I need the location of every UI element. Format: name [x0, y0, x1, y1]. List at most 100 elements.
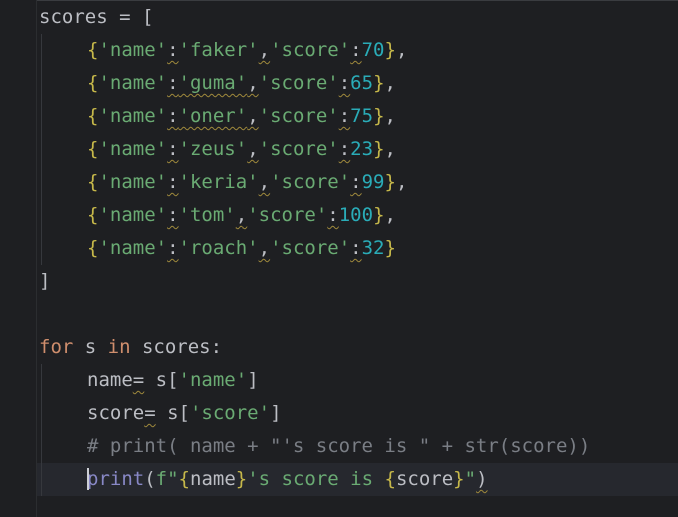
code-token: { — [87, 39, 99, 61]
code-token: : — [167, 105, 179, 127]
code-token: : — [338, 105, 351, 127]
code-token: { — [87, 237, 99, 259]
code-token: : — [350, 171, 362, 193]
code-line[interactable]: print(f"{name}'s score is {score}") — [37, 463, 678, 496]
code-editor[interactable]: scores = [{'name':'faker','score':70}, {'… — [37, 0, 678, 517]
code-line[interactable]: score= s['score'] — [37, 397, 678, 430]
code-token: 'name' — [98, 204, 168, 226]
code-token: 'keria' — [178, 171, 259, 193]
code-line[interactable]: {'name':'keria','score':99}, — [37, 166, 678, 199]
code-token: , — [258, 39, 271, 61]
code-token: print — [87, 468, 145, 490]
code-token: ) — [476, 468, 488, 490]
code-token: 'zeus' — [178, 138, 248, 160]
code-line[interactable] — [37, 298, 678, 331]
indent-guide — [41, 34, 42, 67]
code-token: 23 — [350, 138, 374, 160]
code-token: } — [373, 72, 385, 94]
indent-guide — [41, 397, 42, 430]
code-token: : — [167, 138, 179, 160]
code-token: : — [167, 237, 179, 259]
code-line[interactable]: {'name':'zeus','score':23}, — [37, 133, 678, 166]
code-token: 'score' — [258, 138, 339, 160]
code-token: , — [258, 237, 271, 259]
line-content: for s in scores: — [39, 331, 222, 364]
code-line[interactable]: {'name':'tom','score':100}, — [37, 199, 678, 232]
line-content: name= s['name'] — [87, 364, 259, 397]
code-line[interactable]: for s in scores: — [37, 331, 678, 364]
code-token: 75 — [350, 105, 374, 127]
code-token: } — [235, 468, 248, 490]
code-token: , — [235, 204, 248, 226]
code-line[interactable]: {'name':'oner','score':75}, — [37, 100, 678, 133]
code-token: : — [338, 72, 351, 94]
code-line[interactable]: ] — [37, 265, 678, 298]
code-token: name — [87, 369, 133, 391]
code-token: : — [167, 171, 179, 193]
code-token: 'name' — [98, 105, 168, 127]
code-line[interactable]: {'name':'faker','score':70}, — [37, 34, 678, 67]
indent-guide — [41, 430, 42, 463]
code-token: , — [395, 39, 408, 61]
indent-guide — [41, 67, 42, 100]
code-token: 'name' — [178, 369, 248, 391]
line-content: {'name':'oner','score':75}, — [87, 100, 396, 133]
code-token: 'roach' — [178, 237, 259, 259]
code-token: } — [373, 105, 385, 127]
line-content: print(f"{name}'s score is {score}") — [87, 463, 488, 496]
code-token: 'score' — [189, 402, 271, 424]
code-token: ( — [144, 468, 156, 490]
code-token: 70 — [361, 39, 385, 61]
code-token: 'score' — [270, 237, 351, 259]
code-token: , — [384, 204, 396, 226]
code-token: s[ — [144, 369, 179, 391]
code-token: 'guma' — [178, 72, 248, 94]
code-token: 'name' — [98, 171, 168, 193]
code-token: { — [87, 138, 99, 160]
code-token: = — [132, 369, 145, 391]
code-line[interactable]: name= s['name'] — [37, 364, 678, 397]
indent-guide — [41, 199, 42, 232]
code-token: scores: — [130, 336, 223, 358]
code-token: 'name' — [98, 138, 168, 160]
line-content: {'name':'faker','score':70}, — [87, 34, 407, 67]
code-token: 's score is — [247, 468, 385, 490]
line-content: # print( name + "'s score is " + str(sco… — [87, 430, 590, 463]
indent-guide — [41, 364, 42, 397]
code-token: scores = [ — [39, 6, 154, 28]
code-token: { — [87, 72, 99, 94]
code-token: , — [247, 72, 259, 94]
code-token: : — [167, 39, 179, 61]
code-token: ] — [247, 369, 259, 391]
code-token: : — [338, 138, 351, 160]
code-line[interactable]: {'name':'guma','score':65}, — [37, 67, 678, 100]
code-token: ] — [270, 402, 282, 424]
indent-guide — [41, 133, 42, 166]
code-token: { — [87, 105, 99, 127]
indent-guide — [41, 100, 42, 133]
code-token: 32 — [361, 237, 385, 259]
code-line[interactable]: # print( name + "'s score is " + str(sco… — [37, 430, 678, 463]
line-content: score= s['score'] — [87, 397, 282, 430]
code-token: name — [190, 468, 236, 490]
code-token: 'score' — [247, 204, 328, 226]
code-token: " — [464, 468, 477, 490]
code-token: 65 — [350, 72, 374, 94]
code-token: s — [73, 336, 108, 358]
code-token: = — [144, 402, 156, 424]
code-line[interactable]: {'name':'roach','score':32} — [37, 232, 678, 265]
line-number-gutter[interactable] — [0, 0, 37, 517]
code-token: score — [87, 402, 145, 424]
code-token: { — [87, 204, 99, 226]
code-token: 'oner' — [178, 105, 248, 127]
code-token: 'name' — [98, 72, 168, 94]
code-line[interactable]: scores = [ — [37, 1, 678, 34]
code-token: , — [258, 171, 271, 193]
code-token: s[ — [155, 402, 190, 424]
code-token: score — [395, 468, 454, 490]
code-token: for — [39, 336, 74, 358]
code-token: : — [327, 204, 339, 226]
code-token: { — [178, 468, 190, 490]
line-content: {'name':'zeus','score':23}, — [87, 133, 396, 166]
line-content: {'name':'roach','score':32} — [87, 232, 396, 265]
